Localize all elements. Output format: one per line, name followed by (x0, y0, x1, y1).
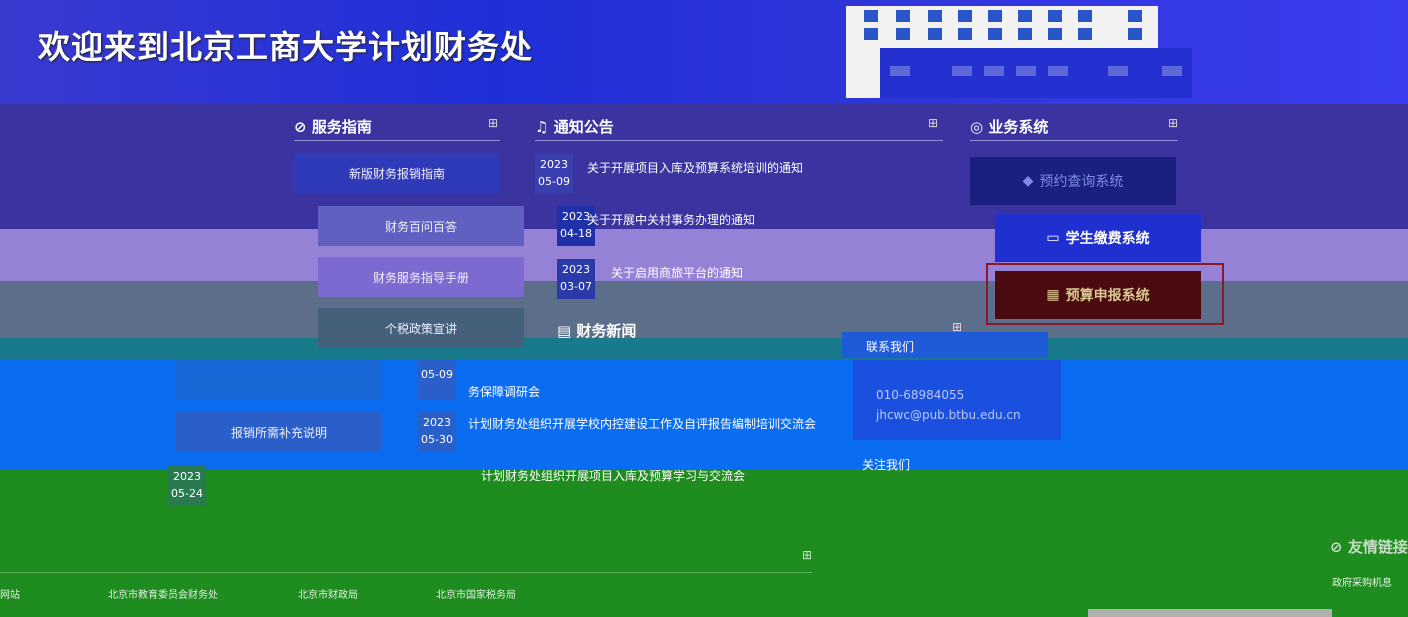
news-link[interactable]: 务保障调研会 (468, 383, 540, 400)
guide-item[interactable]: 财务服务指导手册 (318, 257, 524, 297)
notice-title: 通知公告 (553, 118, 614, 136)
welcome-title: 欢迎来到北京工商大学计划财务处 (38, 28, 534, 66)
news-date: 2023 05-24 (168, 466, 206, 506)
contact-phone: 010-68984055 (876, 388, 965, 402)
graduation-icon: ◆ (1022, 173, 1034, 189)
systems-title: 业务系统 (988, 118, 1049, 136)
systems-heading: ◎ 业务系统 (970, 116, 1048, 137)
link-icon: ⊘ (1330, 538, 1343, 556)
notice-divider (535, 140, 943, 141)
friend-link[interactable]: 网站 (0, 586, 20, 601)
news-date: 05-09 (418, 360, 456, 400)
target-icon: ◎ (970, 118, 984, 136)
notice-link[interactable]: 关于开展中关村事务办理的通知 (587, 211, 755, 228)
notice-date: 2023 05-09 (535, 154, 573, 194)
systems-divider (970, 140, 1178, 141)
more-grid-icon[interactable]: ⊞ (802, 548, 812, 562)
notice-heading: ♫ 通知公告 (535, 116, 614, 137)
news-date: 2023 05-30 (418, 412, 456, 452)
friend-link[interactable]: 北京市财政局 (298, 586, 358, 601)
contact-header: 联系我们 (842, 332, 1048, 358)
guide-item[interactable]: 报销所需补充说明 (176, 412, 382, 452)
friend-link[interactable]: 政府采购机息 (1332, 574, 1392, 589)
more-grid-icon[interactable]: ⊞ (488, 116, 498, 130)
follow-us: 关注我们 (862, 458, 911, 472)
links-divider (0, 572, 812, 573)
friend-link[interactable]: 北京市教育委员会财务处 (108, 586, 218, 601)
compass-icon: ⊘ (294, 118, 307, 136)
guide-item[interactable]: 财务百问百答 (318, 206, 524, 246)
guide-title: 服务指南 (311, 118, 372, 136)
guide-item[interactable]: 新版财务报销指南 (294, 153, 500, 193)
friend-link[interactable]: 北京市国家税务局 (436, 586, 516, 601)
news-link[interactable]: 计划财务处组织开展项目入库及预算学习与交流会 (481, 467, 745, 484)
news-link[interactable]: 计划财务处组织开展学校内控建设工作及自评报告编制培训交流会 (468, 415, 816, 432)
chart-icon: ▦ (1046, 287, 1060, 303)
news-heading: ▤ 财务新闻 (557, 320, 636, 341)
notice-date: 2023 03-07 (557, 259, 595, 299)
notice-link[interactable]: 关于开展项目入库及预算系统培训的通知 (587, 159, 803, 176)
contact-email: jhcwc@pub.btbu.edu.cn (876, 408, 1021, 422)
guide-item[interactable] (176, 360, 382, 400)
system-button[interactable]: ◆ 预约查询系统 (970, 157, 1176, 205)
more-grid-icon[interactable]: ⊞ (928, 116, 938, 130)
scrollbar[interactable] (1088, 609, 1332, 617)
bell-icon: ♫ (535, 118, 549, 136)
guide-divider (294, 140, 500, 141)
content-band (0, 338, 1408, 360)
links-heading: ⊘ 友情链接 (1330, 538, 1408, 556)
news-title: 财务新闻 (576, 322, 637, 340)
more-grid-icon[interactable]: ⊞ (1168, 116, 1178, 130)
box-icon: ▭ (1046, 230, 1060, 246)
guide-item[interactable]: 个税政策宣讲 (318, 308, 524, 348)
notice-link[interactable]: 关于启用商旅平台的通知 (611, 264, 743, 281)
guide-heading: ⊘ 服务指南 (294, 116, 372, 137)
system-button[interactable]: ▭ 学生缴费系统 (995, 214, 1201, 262)
system-button[interactable]: ▦ 预算申报系统 (995, 271, 1201, 319)
document-icon: ▤ (557, 322, 572, 340)
building-base (880, 48, 1192, 98)
